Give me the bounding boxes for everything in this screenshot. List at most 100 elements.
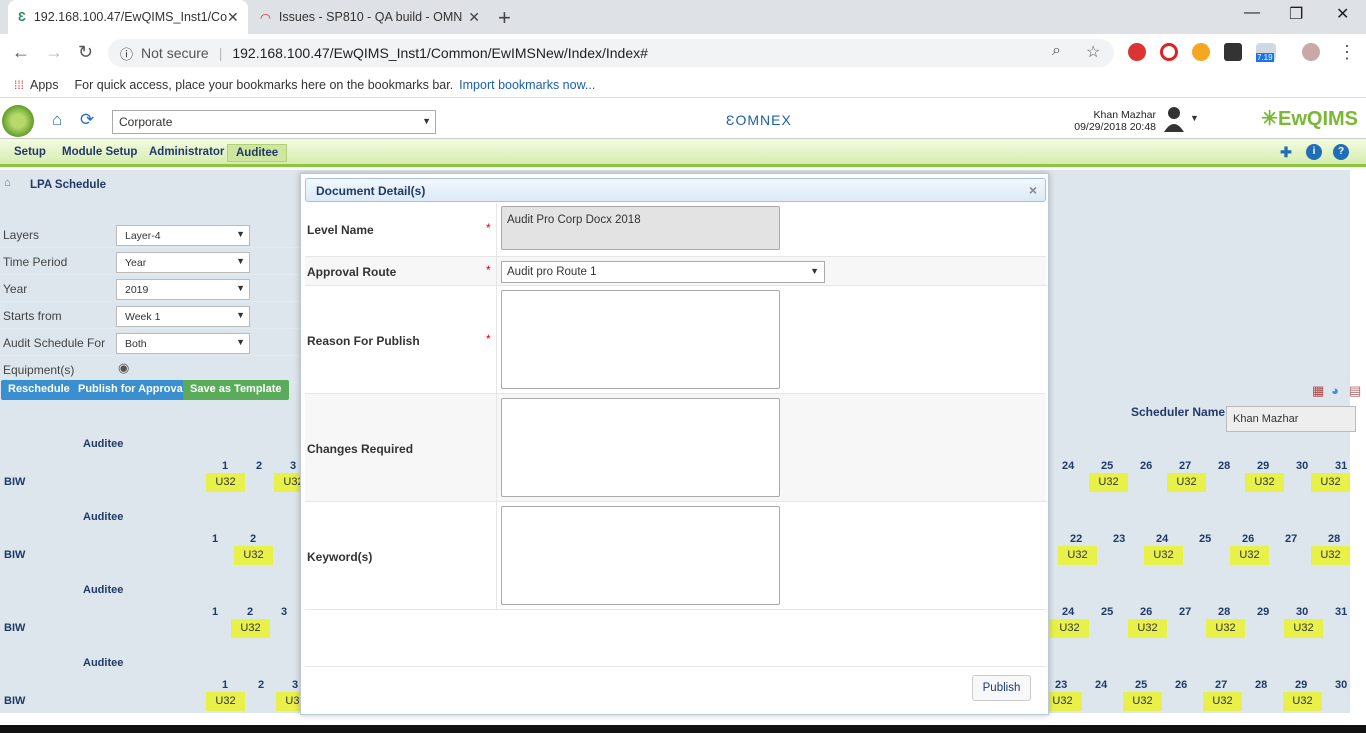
info-icon[interactable]: ⓘ <box>120 44 133 63</box>
save-as-template-button[interactable]: Save as Template <box>183 380 289 400</box>
main-menu-bar: Setup Module Setup Administrator Auditee… <box>0 139 1366 167</box>
reload-icon[interactable]: ↻ <box>78 42 93 63</box>
import-bookmarks-link[interactable]: Import bookmarks now... <box>459 78 595 92</box>
layout-icon[interactable]: ▤ <box>1349 383 1361 399</box>
schedule-cell[interactable]: U32 <box>206 473 245 492</box>
menu-module-setup[interactable]: Module Setup <box>54 144 145 160</box>
schedule-cell[interactable]: U32 <box>1203 692 1242 711</box>
schedule-cell[interactable]: U32 <box>234 546 273 565</box>
new-tab-button[interactable]: + <box>498 5 511 31</box>
approval-route-select[interactable]: Audit pro Route 1 ▼ <box>501 261 825 283</box>
user-avatar-icon[interactable] <box>1164 106 1186 132</box>
pin-icon[interactable]: ✚ <box>1278 144 1294 160</box>
apps-grid-icon[interactable]: ⁞⁞⁞ <box>14 78 24 92</box>
browser-tab[interactable]: ◠ Issues - SP810 - QA build - OMN ✕ <box>250 0 490 34</box>
filter-label: Year <box>3 282 28 296</box>
keywords-textarea[interactable] <box>501 506 780 605</box>
day-number: 29 <box>1295 679 1308 691</box>
user-info: Khan Mazhar 09/29/2018 20:48 <box>1074 109 1156 133</box>
home-icon[interactable]: ⌂ <box>52 110 72 130</box>
apps-link[interactable]: Apps <box>30 78 59 92</box>
publish-button[interactable]: Publish <box>972 675 1031 701</box>
calendar-icon[interactable]: ▦ <box>1312 383 1324 399</box>
bookmark-star-icon[interactable]: ☆ <box>1086 42 1100 62</box>
schedule-cell[interactable]: U32 <box>1128 619 1167 638</box>
schedule-cell[interactable]: U32 <box>1050 619 1089 638</box>
schedule-cell[interactable]: U32 <box>1230 546 1269 565</box>
reschedule-button[interactable]: Reschedule <box>1 380 77 400</box>
omnibox[interactable]: ⓘ Not secure | 192.168.100.47/EwQIMS_Ins… <box>108 39 1114 67</box>
publish-for-approval-button[interactable]: Publish for Approval <box>71 380 193 400</box>
back-icon[interactable]: ← <box>12 42 30 63</box>
eye-icon[interactable]: ◉ <box>118 360 129 376</box>
zoom-icon[interactable]: ⌕ <box>1052 42 1061 60</box>
menu-auditee[interactable]: Auditee <box>227 144 288 162</box>
adblock-icon[interactable] <box>1128 43 1146 61</box>
document-detail-dialog: Document Detail(s) × Level Name * Audit … <box>300 173 1049 715</box>
organization-select[interactable]: Corporate ▼ <box>112 110 436 134</box>
layers-select[interactable]: Layer-4 ▼ <box>116 225 250 246</box>
schedule-cell[interactable]: U32 <box>1284 619 1323 638</box>
day-number: 24 <box>1062 460 1075 472</box>
approval-route-label: Approval Route <box>307 265 397 279</box>
maximize-icon[interactable]: ❐ <box>1289 4 1303 24</box>
browser-tab-active[interactable]: Ɛ 192.168.100.47/EwQIMS_Inst1/Co ✕ <box>8 0 248 34</box>
app-logo[interactable] <box>2 105 34 137</box>
chevron-down-icon: ▼ <box>236 256 245 266</box>
close-tab-icon[interactable]: ✕ <box>468 9 480 26</box>
home-breadcrumb-icon[interactable]: ⌂ <box>4 177 11 189</box>
schedule-cell[interactable]: U32 <box>1123 692 1162 711</box>
key-extension-icon[interactable] <box>1192 43 1210 61</box>
day-number: 31 <box>1335 606 1348 618</box>
globe-icon[interactable]: ◕ <box>1331 383 1339 398</box>
speed-extension-icon[interactable]: 7.19 <box>1256 43 1276 62</box>
changes-textarea[interactable] <box>501 398 780 497</box>
day-number: 30 <box>1335 679 1348 691</box>
menu-setup[interactable]: Setup <box>6 144 54 160</box>
day-number: 26 <box>1242 533 1255 545</box>
schedule-cell[interactable]: U32 <box>1206 619 1245 638</box>
schedule-cell[interactable]: U32 <box>231 619 270 638</box>
schedule-cell[interactable]: U32 <box>1058 546 1097 565</box>
x-extension-icon[interactable] <box>1224 43 1242 61</box>
schedule-cell[interactable]: U32 <box>1311 473 1350 492</box>
day-number: 26 <box>1175 679 1188 691</box>
minimize-icon[interactable]: — <box>1244 4 1260 22</box>
menu-administrator[interactable]: Administrator <box>141 144 232 160</box>
forward-icon[interactable]: → <box>45 42 63 63</box>
row-divider <box>496 394 497 501</box>
audit-schedule-for-select[interactable]: Both ▼ <box>116 333 250 354</box>
day-number: 22 <box>1070 533 1083 545</box>
starts-from-select[interactable]: Week 1 ▼ <box>116 306 250 327</box>
schedule-cell[interactable]: U32 <box>1089 473 1128 492</box>
schedule-cell[interactable]: U32 <box>206 692 245 711</box>
schedule-cell[interactable]: U32 <box>1167 473 1206 492</box>
day-number: 30 <box>1296 460 1309 472</box>
help-icon[interactable]: ? <box>1333 144 1349 160</box>
day-number: 26 <box>1140 460 1153 472</box>
omnex-logo: ƐOMNEX <box>726 112 792 128</box>
schedule-cell[interactable]: U32 <box>1245 473 1284 492</box>
dialog-title: Document Detail(s) <box>316 184 426 198</box>
row-divider <box>496 204 497 256</box>
opera-icon[interactable] <box>1160 43 1178 61</box>
profile-avatar[interactable] <box>1302 43 1320 61</box>
row-divider <box>496 286 497 393</box>
close-dialog-icon[interactable]: × <box>1029 182 1037 198</box>
year-select[interactable]: 2019 ▼ <box>116 279 250 300</box>
schedule-cell[interactable]: U32 <box>1283 692 1322 711</box>
info-circle-icon[interactable]: i <box>1306 144 1322 160</box>
close-window-icon[interactable]: ✕ <box>1336 4 1349 24</box>
time-period-select[interactable]: Year ▼ <box>116 252 250 273</box>
url-text[interactable]: 192.168.100.47/EwQIMS_Inst1/Common/EwIMS… <box>232 45 648 61</box>
filter-label: Starts from <box>3 309 62 323</box>
user-menu-chevron-icon[interactable]: ▼ <box>1190 113 1199 123</box>
tab-title: 192.168.100.47/EwQIMS_Inst1/Co <box>33 10 228 24</box>
schedule-cell[interactable]: U32 <box>1144 546 1183 565</box>
filter-label: Time Period <box>3 255 68 269</box>
chrome-menu-icon[interactable]: ⋮ <box>1338 42 1356 63</box>
schedule-cell[interactable]: U32 <box>1311 546 1350 565</box>
close-tab-icon[interactable]: ✕ <box>227 9 239 26</box>
reason-textarea[interactable] <box>501 290 780 389</box>
refresh-icon[interactable]: ⟳ <box>80 110 100 130</box>
